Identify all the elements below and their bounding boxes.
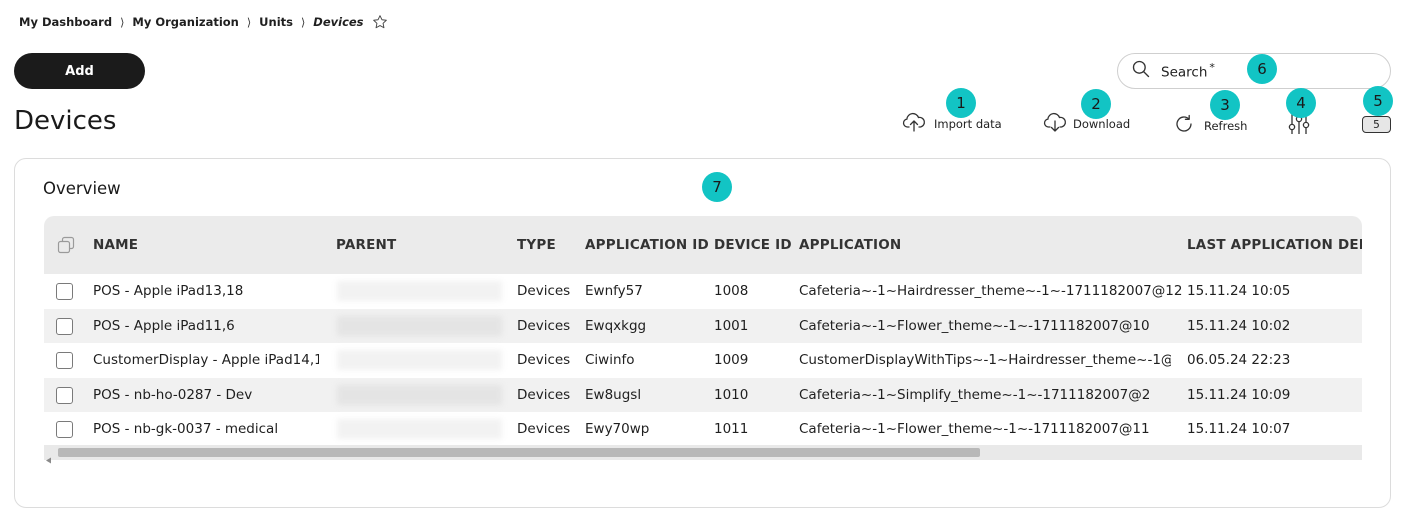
cell-device-id: 1008 <box>714 283 749 299</box>
cell-application-id: Ewy70wp <box>585 421 650 437</box>
search-icon <box>1131 59 1151 83</box>
overview-card: Overview NAME PARENT TYPE APPLICATION ID… <box>14 158 1391 508</box>
cell-application: Cafeteria~-1~Simplify_theme~-1~-17111820… <box>799 386 1151 403</box>
table-header: NAME PARENT TYPE APPLICATION ID DEVICE I… <box>44 216 1362 274</box>
devices-table: NAME PARENT TYPE APPLICATION ID DEVICE I… <box>44 216 1362 460</box>
cloud-download-icon <box>1043 111 1067 136</box>
cell-application-id: Ewqxkgg <box>585 317 647 334</box>
table-row[interactable]: CustomerDisplay - Apple iPad14,1 Devices… <box>44 343 1362 378</box>
cell-parent-redacted <box>337 350 502 370</box>
breadcrumb-item-dashboard[interactable]: My Dashboard <box>19 15 112 29</box>
table-row[interactable]: POS - nb-gk-0037 - medical Devices Ewy70… <box>44 412 1362 447</box>
cell-application: Cafeteria~-1~Flower_theme~-1~-1711182007… <box>799 317 1150 334</box>
result-count-badge[interactable]: 5 <box>1362 116 1391 133</box>
row-checkbox[interactable] <box>56 317 73 335</box>
breadcrumb-separator: ⟩ <box>120 15 125 29</box>
cell-parent-redacted <box>337 419 502 439</box>
annotation-marker: 1 <box>946 88 976 118</box>
cell-device-id: 1010 <box>714 386 749 403</box>
cell-type: Devices <box>517 317 571 334</box>
breadcrumb-current: Devices <box>313 15 364 29</box>
annotation-marker: 5 <box>1363 86 1393 116</box>
cell-parent-redacted <box>337 281 502 301</box>
download-label: Download <box>1073 116 1131 131</box>
cell-last-deploy: 15.11.24 10:07 <box>1187 421 1291 437</box>
breadcrumb-separator: ⟩ <box>246 15 252 29</box>
cell-type: Devices <box>517 283 571 299</box>
cell-application: CustomerDisplayWithTips~-1~Hairdresser_t… <box>799 352 1171 368</box>
cell-last-deploy: 06.05.24 22:23 <box>1187 352 1291 368</box>
cell-application-id: Ewnfy57 <box>585 283 643 299</box>
cell-type: Devices <box>517 386 571 403</box>
annotation-marker: 4 <box>1286 88 1316 118</box>
cell-device-id: 1001 <box>714 317 749 334</box>
cell-name: POS - nb-ho-0287 - Dev <box>93 386 253 403</box>
cell-name: POS - nb-gk-0037 - medical <box>93 421 279 437</box>
refresh-icon <box>1172 112 1196 139</box>
scrollbar-thumb[interactable] <box>58 448 980 457</box>
cell-application: Cafeteria~-1~Flower_theme~-1~-1711182007… <box>799 421 1150 437</box>
page-title: Devices <box>14 106 117 136</box>
annotation-marker: 6 <box>1247 54 1277 84</box>
column-header-application[interactable]: APPLICATION <box>799 237 901 253</box>
cell-parent-redacted <box>337 384 502 405</box>
row-checkbox[interactable] <box>56 421 73 438</box>
import-data-label: Import data <box>934 116 1002 131</box>
breadcrumb: My Dashboard ⟩ My Organization ⟩ Units ⟩… <box>19 13 388 31</box>
table-row[interactable]: POS - Apple iPad11,6 Devices Ewqxkgg 100… <box>44 308 1362 343</box>
refresh-button[interactable]: Refresh <box>1172 112 1247 139</box>
cell-last-deploy: 15.11.24 10:02 <box>1187 317 1291 334</box>
cell-device-id: 1011 <box>714 421 749 437</box>
breadcrumb-item-organization[interactable]: My Organization <box>132 15 239 29</box>
column-header-parent[interactable]: PARENT <box>336 237 396 253</box>
search-placeholder: Search * <box>1161 61 1215 81</box>
refresh-label: Refresh <box>1204 118 1248 133</box>
cell-application: Cafeteria~-1~Hairdresser_theme~-1~-17111… <box>799 283 1183 299</box>
cell-application-id: Ew8ugsl <box>585 386 642 403</box>
cell-name: POS - Apple iPad13,18 <box>93 283 244 299</box>
cell-name: POS - Apple iPad11,6 <box>93 317 235 334</box>
add-button[interactable]: Add <box>14 53 145 89</box>
annotation-marker: 3 <box>1210 90 1240 120</box>
copy-icon[interactable] <box>56 235 76 259</box>
star-icon[interactable] <box>372 14 388 30</box>
required-mark: * <box>1209 61 1215 75</box>
cell-last-deploy: 15.11.24 10:05 <box>1187 283 1291 299</box>
table-row[interactable]: POS - nb-ho-0287 - Dev Devices Ew8ugsl 1… <box>44 377 1362 412</box>
table-row[interactable]: POS - Apple iPad13,18 Devices Ewnfy57 10… <box>44 274 1362 309</box>
cell-last-deploy: 15.11.24 10:09 <box>1187 386 1291 403</box>
column-header-type[interactable]: TYPE <box>517 237 556 253</box>
cell-application-id: Ciwinfo <box>585 352 635 368</box>
horizontal-scrollbar[interactable] <box>44 445 1362 464</box>
cell-parent-redacted <box>337 315 502 336</box>
cell-type: Devices <box>517 421 571 437</box>
cell-name: CustomerDisplay - Apple iPad14,1 <box>93 352 319 368</box>
row-checkbox[interactable] <box>56 352 73 369</box>
column-header-device-id[interactable]: DEVICE ID <box>714 237 792 253</box>
cloud-upload-icon <box>902 111 926 136</box>
scroll-left-arrow-icon[interactable] <box>45 449 52 468</box>
breadcrumb-item-units[interactable]: Units <box>259 15 293 29</box>
column-header-name[interactable]: NAME <box>93 237 138 253</box>
annotation-marker: 7 <box>702 172 732 202</box>
row-checkbox[interactable] <box>56 283 73 300</box>
row-checkbox[interactable] <box>56 386 73 404</box>
column-header-last-application-deploy[interactable]: LAST APPLICATION DEPLO <box>1187 237 1362 253</box>
column-header-application-id[interactable]: APPLICATION ID <box>585 237 709 253</box>
breadcrumb-separator: ⟩ <box>300 15 306 29</box>
cell-device-id: 1009 <box>714 352 749 368</box>
overview-title: Overview <box>43 179 121 198</box>
annotation-marker: 2 <box>1081 89 1111 119</box>
cell-type: Devices <box>517 352 571 368</box>
